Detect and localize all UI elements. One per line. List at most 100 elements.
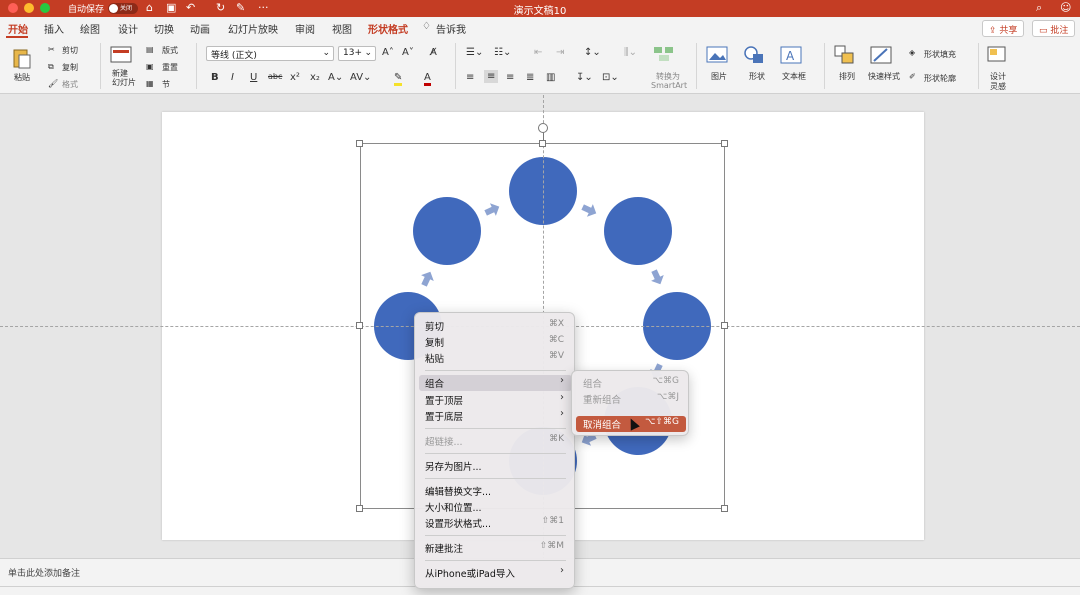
- tab-transitions[interactable]: 切换: [154, 21, 174, 36]
- shrink-font-icon[interactable]: A˅: [402, 47, 414, 58]
- italic-button[interactable]: I: [231, 72, 234, 83]
- rotate-handle[interactable]: [538, 123, 548, 133]
- tab-animations[interactable]: 动画: [190, 21, 210, 36]
- menu-item-new-comment[interactable]: 新建批注 ⇧⌘M: [419, 540, 572, 556]
- copy-button[interactable]: 复制: [62, 62, 78, 73]
- increase-indent-icon[interactable]: ⇥: [556, 47, 564, 58]
- decrease-indent-icon[interactable]: ⇤: [534, 47, 542, 58]
- shapes-icon[interactable]: [743, 45, 765, 65]
- menu-item-size-position[interactable]: 大小和位置...: [419, 499, 572, 515]
- tab-insert[interactable]: 插入: [44, 21, 64, 36]
- picture-icon[interactable]: [706, 45, 728, 65]
- arrange-icon[interactable]: [834, 45, 856, 65]
- textbox-button[interactable]: 文本框: [782, 71, 806, 82]
- reset-button[interactable]: 重置: [162, 62, 178, 73]
- tab-design[interactable]: 设计: [118, 21, 138, 36]
- font-name-select[interactable]: 等线 (正文) ⌄: [206, 46, 334, 61]
- line-spacing-icon[interactable]: ↕⌄: [584, 47, 601, 58]
- layout-button[interactable]: 版式: [162, 45, 178, 56]
- highlight-icon[interactable]: ✎: [394, 72, 403, 86]
- font-size-select[interactable]: 13+ ⌄: [338, 46, 376, 61]
- reset-icon[interactable]: ▣: [146, 62, 154, 71]
- superscript-button[interactable]: x²: [290, 72, 300, 83]
- submenu-item-regroup[interactable]: 重新组合 ⌥⌘J: [576, 391, 686, 407]
- align-center-icon[interactable]: ≡: [484, 70, 499, 83]
- comment-button[interactable]: ▭ 批注: [1032, 20, 1076, 37]
- quick-styles-icon[interactable]: [870, 45, 892, 65]
- align-right-icon[interactable]: ≡: [506, 72, 514, 83]
- arrange-button[interactable]: 排列: [839, 71, 855, 82]
- text-direction-icon[interactable]: ↧⌄: [576, 72, 593, 83]
- scissors-icon[interactable]: ✂: [48, 45, 55, 54]
- menu-item-edit-alt-text[interactable]: 编辑替换文字...: [419, 483, 572, 499]
- text-effects-icon[interactable]: A⌄: [328, 72, 343, 83]
- design-ideas-icon[interactable]: [986, 44, 1008, 64]
- shape-outline-button[interactable]: 形状轮廓: [924, 73, 956, 84]
- bold-button[interactable]: B: [211, 72, 219, 83]
- submenu-item-group[interactable]: 组合 ⌥⌘G: [576, 375, 686, 391]
- shape-fill-button[interactable]: 形状填充: [924, 49, 956, 60]
- strikethrough-button[interactable]: abc: [268, 72, 282, 81]
- format-painter-icon[interactable]: 🖌: [48, 79, 58, 88]
- columns-icon[interactable]: ⫼⌄: [624, 47, 637, 58]
- menu-item-bring-to-front[interactable]: 置于顶层 ›: [419, 392, 572, 408]
- section-icon[interactable]: ▦: [146, 79, 154, 88]
- menu-item-copy[interactable]: 复制 ⌘C: [419, 334, 572, 350]
- align-text-icon[interactable]: ⊡⌄: [602, 72, 619, 83]
- shape-outline-icon[interactable]: ✐: [909, 72, 916, 81]
- underline-button[interactable]: U: [250, 72, 257, 83]
- new-slide-icon[interactable]: [110, 45, 134, 65]
- format-painter-button[interactable]: 格式: [62, 79, 78, 90]
- quick-styles-button[interactable]: 快速样式: [868, 71, 900, 82]
- paste-icon[interactable]: [10, 46, 34, 70]
- resize-handle[interactable]: [356, 505, 363, 512]
- grow-font-icon[interactable]: A˄: [382, 47, 394, 58]
- new-slide-button[interactable]: 新建 幻灯片: [112, 69, 136, 87]
- section-button[interactable]: 节: [162, 79, 170, 90]
- menu-item-label: 剪切: [425, 322, 445, 333]
- account-icon[interactable]: ☺: [1060, 1, 1071, 14]
- bullets-icon[interactable]: ☰⌄: [466, 47, 483, 58]
- resize-handle[interactable]: [356, 322, 363, 329]
- tab-slideshow[interactable]: 幻灯片放映: [228, 21, 278, 36]
- shape-fill-icon[interactable]: ◈: [909, 48, 915, 57]
- menu-item-send-to-back[interactable]: 置于底层 ›: [419, 408, 572, 424]
- tab-home[interactable]: 开始: [8, 21, 28, 36]
- tab-draw[interactable]: 绘图: [80, 21, 100, 36]
- smartart-icon[interactable]: [653, 45, 675, 63]
- submenu-item-label: 组合: [583, 379, 603, 390]
- resize-handle[interactable]: [356, 140, 363, 147]
- resize-handle[interactable]: [721, 505, 728, 512]
- menu-item-hyperlink[interactable]: 超链接... ⌘K: [419, 433, 572, 449]
- character-spacing-icon[interactable]: AV⌄: [350, 72, 371, 83]
- tab-tell-me[interactable]: 告诉我: [436, 21, 466, 36]
- clear-format-icon[interactable]: A̸: [430, 47, 437, 58]
- share-button[interactable]: ⇪ 共享: [982, 20, 1025, 37]
- menu-item-save-as-picture[interactable]: 另存为图片...: [419, 458, 572, 474]
- tab-view[interactable]: 视图: [332, 21, 352, 36]
- subscript-button[interactable]: x₂: [310, 72, 320, 83]
- menu-item-group[interactable]: 组合 ›: [419, 375, 572, 391]
- menu-item-import-from-iphone[interactable]: 从iPhone或iPad导入 ›: [419, 565, 572, 581]
- menu-item-paste[interactable]: 粘贴 ⌘V: [419, 350, 572, 366]
- cut-button[interactable]: 剪切: [62, 45, 78, 56]
- numbering-icon[interactable]: ☷⌄: [494, 47, 511, 58]
- font-color-icon[interactable]: A: [424, 72, 431, 86]
- textbox-icon[interactable]: A: [780, 45, 802, 65]
- menu-item-format-shape[interactable]: 设置形状格式... ⇧⌘1: [419, 515, 572, 531]
- copy-icon[interactable]: ⧉: [48, 62, 54, 72]
- resize-handle[interactable]: [721, 322, 728, 329]
- shapes-button[interactable]: 形状: [749, 71, 765, 82]
- distributed-icon[interactable]: ▥: [546, 72, 555, 83]
- layout-icon[interactable]: ▤: [146, 45, 154, 54]
- resize-handle[interactable]: [721, 140, 728, 147]
- picture-button[interactable]: 图片: [711, 71, 727, 82]
- tab-review[interactable]: 审阅: [295, 21, 315, 36]
- menu-item-cut[interactable]: 剪切 ⌘X: [419, 318, 572, 334]
- search-icon[interactable]: ⌕: [1036, 1, 1042, 15]
- justify-icon[interactable]: ≣: [526, 72, 534, 83]
- resize-handle[interactable]: [539, 140, 546, 147]
- ribbon-divider: [196, 43, 197, 89]
- align-left-icon[interactable]: ≡: [466, 72, 474, 83]
- tab-shape-format[interactable]: 形状格式: [368, 21, 408, 36]
